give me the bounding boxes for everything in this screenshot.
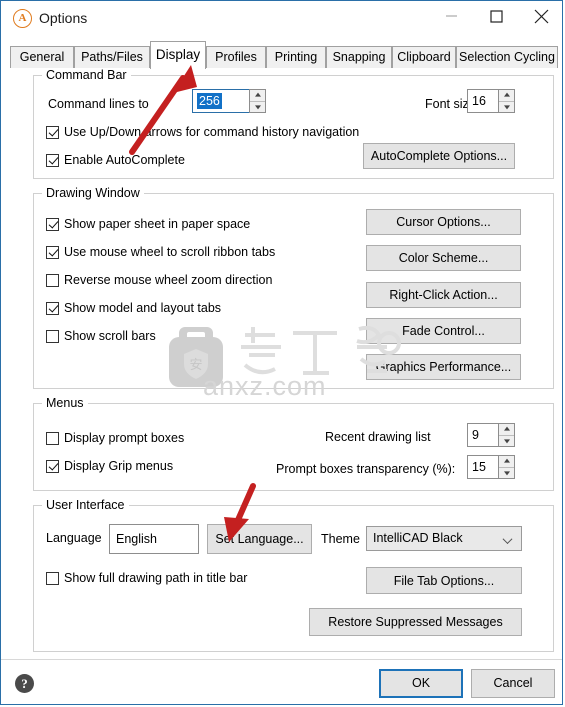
checkbox-indicator[interactable] (46, 329, 59, 343)
title-bar: A Options (1, 1, 562, 37)
tab-profiles[interactable]: Profiles (206, 46, 266, 68)
command-lines-input[interactable]: 256 (192, 89, 249, 113)
language-input[interactable]: English (109, 524, 199, 554)
checkbox-label: Display Grip menus (64, 459, 174, 473)
transparency-spin-buttons[interactable] (498, 455, 515, 479)
restore-suppressed-messages-button[interactable]: Restore Suppressed Messages (309, 608, 522, 636)
intellicad-logo-icon: A (13, 9, 32, 28)
checkbox-label: Use mouse wheel to scroll ribbon tabs (64, 245, 276, 259)
checkbox-indicator[interactable] (46, 273, 59, 287)
help-icon[interactable]: ? (15, 674, 34, 693)
ok-button[interactable]: OK (379, 669, 463, 698)
checkbox-indicator[interactable] (46, 217, 59, 231)
checkbox-label: Display prompt boxes (64, 431, 185, 445)
recent-drawing-list-input[interactable]: 9 (467, 423, 498, 447)
checkbox-display-grip-menus[interactable]: Display Grip menus (46, 459, 173, 473)
checkbox-mouse-wheel-ribbon[interactable]: Use mouse wheel to scroll ribbon tabs (46, 245, 275, 259)
options-dialog: A Options General Paths/Files Display Pr… (0, 0, 563, 705)
maximize-icon[interactable] (474, 1, 519, 31)
tab-paths-files[interactable]: Paths/Files (74, 46, 150, 68)
footer-separator (1, 659, 562, 660)
autocomplete-options-button[interactable]: AutoComplete Options... (363, 143, 515, 169)
checkbox-reverse-zoom[interactable]: Reverse mouse wheel zoom direction (46, 273, 272, 287)
user-interface-group-title: User Interface (42, 498, 129, 512)
window-title: Options (39, 10, 88, 26)
prompt-transparency-label: Prompt boxes transparency (%): (276, 462, 456, 476)
spin-up-icon[interactable] (499, 90, 514, 102)
tab-display[interactable]: Display (150, 41, 206, 69)
checkbox-indicator[interactable] (46, 459, 59, 473)
file-tab-options-button[interactable]: File Tab Options... (366, 567, 522, 594)
cursor-options-button[interactable]: Cursor Options... (366, 209, 521, 235)
close-icon[interactable] (519, 1, 564, 31)
spin-down-icon[interactable] (499, 467, 514, 478)
fade-control-button[interactable]: Fade Control... (366, 318, 521, 344)
tab-printing[interactable]: Printing (266, 46, 326, 68)
tab-general[interactable]: General (10, 46, 74, 68)
command-lines-label: Command lines to (48, 97, 149, 111)
spin-up-icon[interactable] (499, 456, 514, 468)
theme-label: Theme (321, 532, 360, 546)
checkbox-indicator[interactable] (46, 571, 59, 585)
tab-clipboard[interactable]: Clipboard (392, 46, 456, 68)
checkbox-label: Show model and layout tabs (64, 301, 222, 315)
chevron-down-icon (504, 537, 513, 542)
checkbox-indicator[interactable] (46, 125, 59, 139)
checkbox-display-prompt-boxes[interactable]: Display prompt boxes (46, 431, 184, 445)
command-lines-spin-buttons[interactable] (249, 89, 266, 113)
checkbox-scroll-bars[interactable]: Show scroll bars (46, 329, 156, 343)
checkbox-updown-arrows[interactable]: Use Up/Down arrows for command history n… (46, 125, 359, 139)
command-lines-value: 256 (197, 93, 222, 109)
checkbox-label: Enable AutoComplete (64, 153, 185, 167)
checkbox-label: Show full drawing path in title bar (64, 571, 248, 585)
prompt-transparency-stepper[interactable]: 15 (467, 455, 515, 479)
spin-down-icon[interactable] (499, 435, 514, 446)
theme-select[interactable]: IntelliCAD Black (366, 526, 522, 551)
checkbox-label: Use Up/Down arrows for command history n… (64, 125, 360, 139)
spin-up-icon[interactable] (499, 424, 514, 436)
checkbox-label: Show scroll bars (64, 329, 156, 343)
tab-snapping[interactable]: Snapping (326, 46, 392, 68)
font-size-input[interactable]: 16 (467, 89, 498, 113)
spin-up-icon[interactable] (250, 90, 265, 102)
menus-group-title: Menus (42, 396, 88, 410)
tab-strip: General Paths/Files Display Profiles Pri… (10, 41, 558, 69)
checkbox-show-full-path[interactable]: Show full drawing path in title bar (46, 571, 247, 585)
checkbox-indicator[interactable] (46, 153, 59, 167)
checkbox-indicator[interactable] (46, 431, 59, 445)
graphics-performance-button[interactable]: Graphics Performance... (366, 354, 521, 380)
theme-value: IntelliCAD Black (373, 531, 463, 545)
checkbox-indicator[interactable] (46, 245, 59, 259)
minimize-icon[interactable] (429, 1, 474, 31)
drawing-window-group-title: Drawing Window (42, 186, 144, 200)
command-lines-stepper[interactable]: 256 (192, 89, 266, 113)
spin-down-icon[interactable] (499, 101, 514, 112)
checkbox-label: Reverse mouse wheel zoom direction (64, 273, 273, 287)
recent-drawing-list-stepper[interactable]: 9 (467, 423, 515, 447)
recent-drawing-list-label: Recent drawing list (325, 430, 431, 444)
command-bar-group-title: Command Bar (42, 68, 131, 82)
cancel-button[interactable]: Cancel (471, 669, 555, 698)
tab-selection-cycling[interactable]: Selection Cycling (456, 46, 558, 68)
set-language-button[interactable]: Set Language... (207, 524, 312, 554)
checkbox-label: Show paper sheet in paper space (64, 217, 251, 231)
checkbox-enable-autocomplete[interactable]: Enable AutoComplete (46, 153, 185, 167)
prompt-transparency-input[interactable]: 15 (467, 455, 498, 479)
language-label: Language (46, 531, 102, 545)
font-size-stepper[interactable]: 16 (467, 89, 515, 113)
font-size-spin-buttons[interactable] (498, 89, 515, 113)
right-click-action-button[interactable]: Right-Click Action... (366, 282, 521, 308)
color-scheme-button[interactable]: Color Scheme... (366, 245, 521, 271)
checkbox-indicator[interactable] (46, 301, 59, 315)
spin-down-icon[interactable] (250, 101, 265, 112)
recent-drawing-spin-buttons[interactable] (498, 423, 515, 447)
checkbox-show-paper-sheet[interactable]: Show paper sheet in paper space (46, 217, 250, 231)
checkbox-model-layout-tabs[interactable]: Show model and layout tabs (46, 301, 221, 315)
